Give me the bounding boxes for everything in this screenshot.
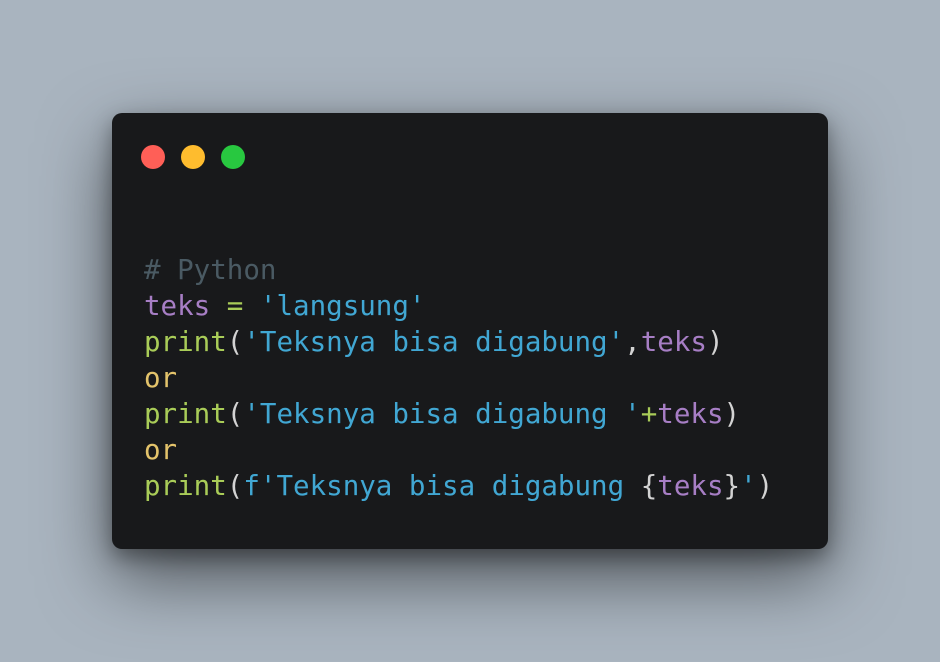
code-token-comment: # Python <box>144 254 277 286</box>
code-token-punctuation: ( <box>226 398 244 430</box>
code-line: print('Teksnya bisa digabung '+teks) <box>144 396 773 432</box>
code-token-string: ' <box>740 470 757 502</box>
code-line: teks = 'langsung' <box>144 288 773 324</box>
code-token-string: 'langsung' <box>259 290 426 322</box>
code-token-punctuation: ( <box>226 470 244 502</box>
code-line: or <box>144 360 773 396</box>
minimize-dot-icon[interactable] <box>181 145 205 169</box>
code-token-variable: teks <box>144 290 211 322</box>
code-token-punctuation: ( <box>226 326 244 358</box>
code-token-punctuation: ) <box>723 398 741 430</box>
code-line: print(f'Teksnya bisa digabung {teks}') <box>144 468 773 504</box>
code-line: # Python <box>144 252 773 288</box>
code-token-punctuation: , <box>624 326 641 358</box>
code-token-variable: teks <box>640 326 707 358</box>
code-token-variable: teks <box>657 398 724 430</box>
code-block: # Python teks = 'langsung' print('Teksnya … <box>144 252 773 504</box>
code-token-function: print <box>144 398 227 430</box>
maximize-dot-icon[interactable] <box>221 145 245 169</box>
code-window: # Python teks = 'langsung' print('Teksnya … <box>112 113 828 549</box>
code-token-string: 'Teksnya bisa digabung ' <box>243 398 641 430</box>
code-line: print('Teksnya bisa digabung',teks) <box>144 324 773 360</box>
close-dot-icon[interactable] <box>141 145 165 169</box>
window-controls <box>141 145 245 169</box>
code-token-punctuation: } <box>723 470 741 502</box>
code-token-punctuation: ) <box>706 326 724 358</box>
code-token-punctuation: ) <box>756 470 774 502</box>
code-token-operator: + <box>640 398 658 430</box>
code-token-keyword: or <box>144 434 178 466</box>
code-token-variable: teks <box>657 470 724 502</box>
code-token-string: 'Teksnya bisa digabung' <box>243 326 625 358</box>
code-token-string: f'Teksnya bisa digabung <box>243 470 641 502</box>
code-line: or <box>144 432 773 468</box>
code-token-operator: = <box>210 290 260 322</box>
code-token-function: print <box>144 326 227 358</box>
code-token-punctuation: { <box>640 470 658 502</box>
code-token-function: print <box>144 470 227 502</box>
code-token-keyword: or <box>144 362 178 394</box>
